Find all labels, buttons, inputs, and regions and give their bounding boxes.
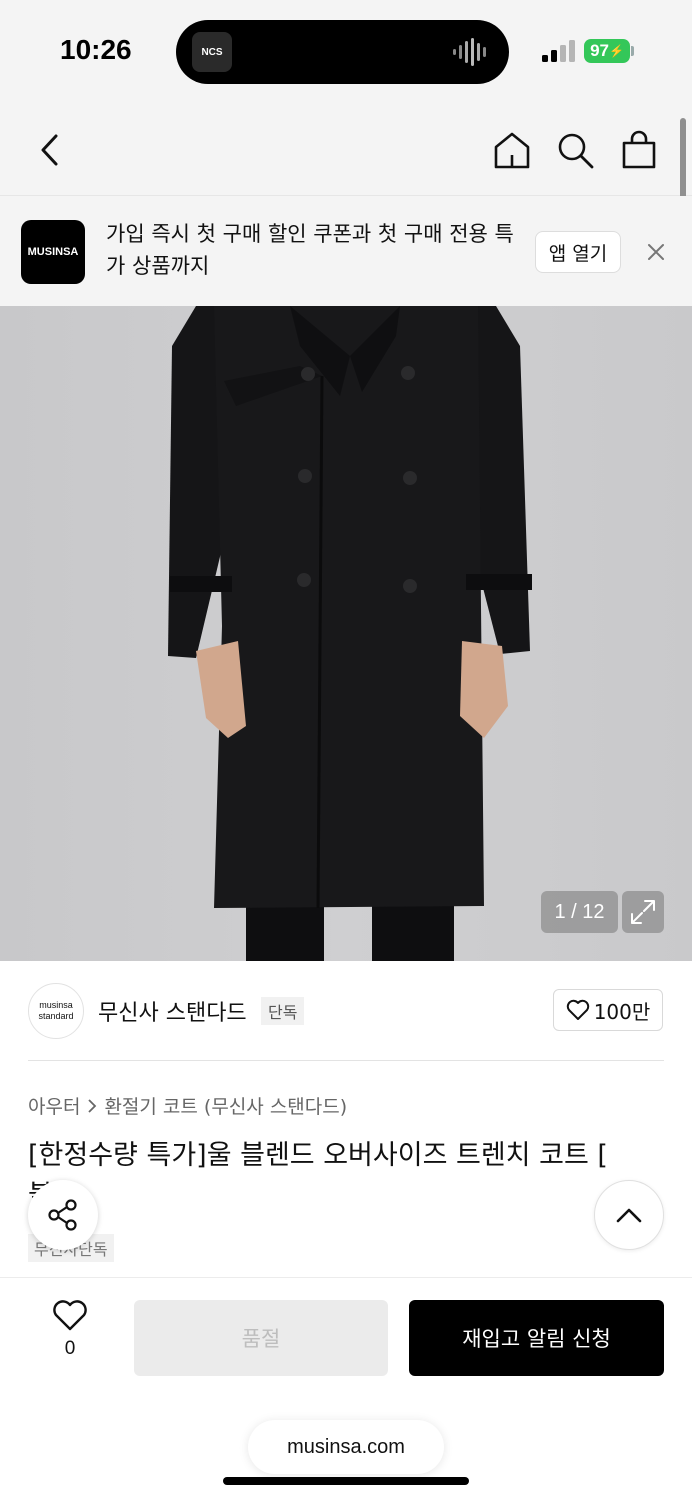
home-indicator[interactable] bbox=[223, 1477, 469, 1485]
search-icon bbox=[558, 133, 594, 169]
musinsa-app-logo: MUSINSA bbox=[21, 220, 85, 284]
chevron-right-icon bbox=[88, 1098, 97, 1113]
chevron-up-icon bbox=[616, 1208, 642, 1223]
open-app-button[interactable]: 앱 열기 bbox=[535, 231, 621, 273]
breadcrumb-item[interactable]: 환절기 코트 (무신사 스탠다드) bbox=[104, 1092, 347, 1119]
banner-close-button[interactable] bbox=[642, 238, 670, 266]
scroll-top-button[interactable] bbox=[594, 1180, 664, 1250]
heart-icon bbox=[53, 1300, 87, 1331]
battery-level: 97 bbox=[590, 41, 609, 60]
share-button[interactable] bbox=[28, 1180, 98, 1250]
restock-notify-button[interactable]: 재입고 알림 신청 bbox=[409, 1300, 664, 1376]
home-button[interactable] bbox=[490, 128, 534, 172]
chevron-left-icon bbox=[41, 134, 58, 166]
breadcrumb-item[interactable]: 아우터 bbox=[28, 1092, 80, 1119]
brand-like-count: 100만 bbox=[593, 999, 651, 1024]
status-bar: 10:26 NCS 97 ⚡ bbox=[0, 0, 692, 100]
audio-wave-icon bbox=[453, 38, 486, 66]
breadcrumb: 아우터 환절기 코트 (무신사 스탠다드) bbox=[28, 1092, 347, 1119]
signal-icon bbox=[542, 40, 575, 62]
trench-coat-photo bbox=[168, 306, 532, 961]
dynamic-island: NCS bbox=[176, 20, 509, 84]
expand-image-button[interactable] bbox=[622, 891, 664, 933]
search-button[interactable] bbox=[553, 128, 597, 172]
wishlist-button[interactable]: 0 bbox=[40, 1300, 100, 1370]
product-title: [한정수량 특가]울 블렌드 오버사이즈 트렌치 코트 [ bbox=[28, 1140, 608, 1171]
expand-icon bbox=[631, 900, 655, 924]
cart-button[interactable] bbox=[617, 128, 661, 172]
wishlist-count: 0 bbox=[64, 1338, 76, 1359]
brand-logo-line1: musinsa bbox=[39, 1000, 73, 1010]
home-icon bbox=[494, 132, 530, 169]
app-header bbox=[0, 100, 692, 196]
exclusive-badge: 단독 bbox=[261, 997, 305, 1025]
divider bbox=[28, 1060, 664, 1061]
brand-logo-line2: standard bbox=[38, 1011, 74, 1021]
status-time: 10:26 bbox=[60, 34, 132, 65]
share-icon bbox=[48, 1199, 77, 1231]
image-counter: 1 / 12 bbox=[541, 891, 618, 933]
banner-message: 가입 즉시 첫 구매 할인 쿠폰과 첫 구매 전용 특가 상품까지 bbox=[106, 222, 514, 278]
product-image[interactable] bbox=[0, 306, 692, 961]
browser-url-bar[interactable]: musinsa.com bbox=[248, 1420, 444, 1474]
battery-indicator: 97 ⚡ bbox=[584, 39, 630, 63]
battery-tip bbox=[631, 46, 634, 56]
back-button[interactable] bbox=[28, 128, 72, 172]
scroll-indicator[interactable] bbox=[680, 118, 686, 204]
shopping-bag-icon bbox=[622, 130, 656, 169]
sold-out-button: 품절 bbox=[134, 1300, 388, 1376]
brand-logo[interactable]: musinsa standard bbox=[28, 983, 84, 1039]
brand-like-button[interactable]: 100만 bbox=[553, 989, 663, 1031]
island-app-icon: NCS bbox=[192, 32, 232, 72]
brand-name[interactable]: 무신사 스탠다드 bbox=[98, 995, 247, 1027]
heart-icon bbox=[566, 999, 589, 1020]
close-icon bbox=[648, 244, 664, 260]
